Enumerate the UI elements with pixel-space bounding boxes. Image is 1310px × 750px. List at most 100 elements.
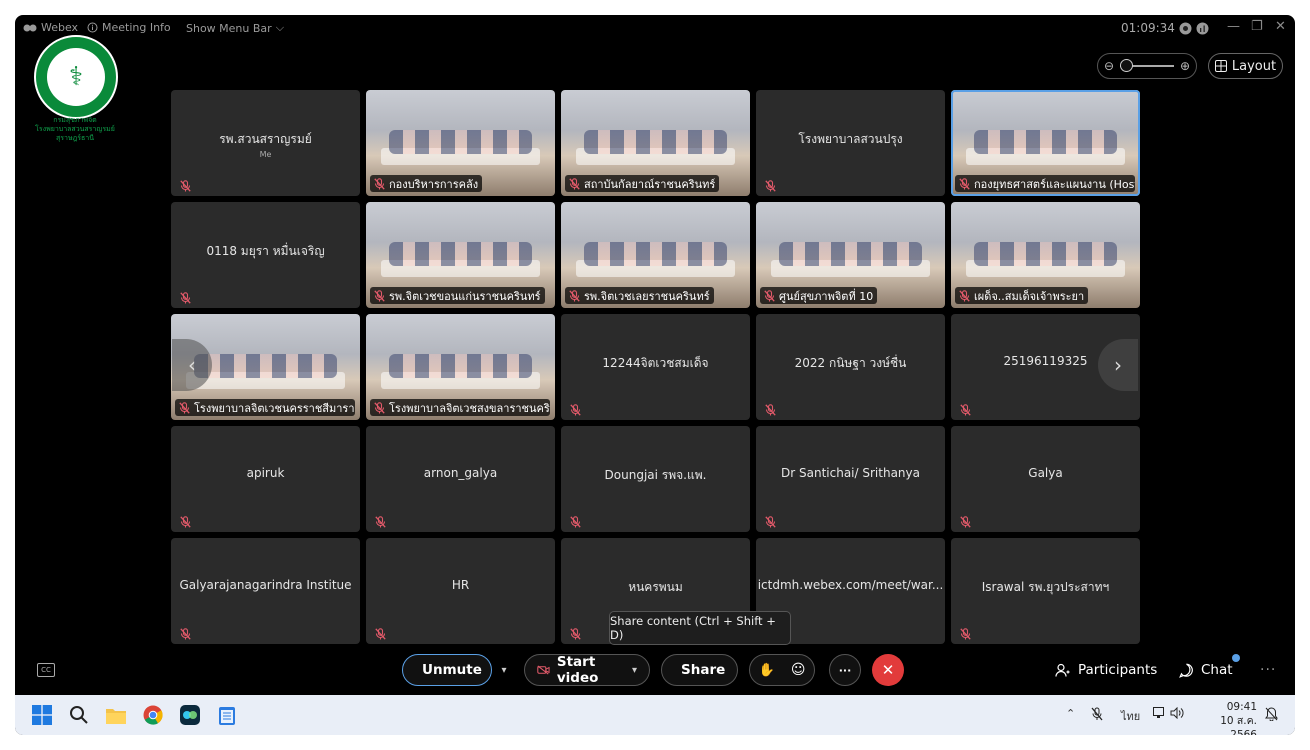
participant-name: เผด็จ..สมเด็จเจ้าพระยา xyxy=(974,289,1085,303)
show-menu-bar-button[interactable]: Show Menu Bar ⌵ xyxy=(186,21,284,35)
participant-tile[interactable]: กองยุทธศาสตร์และแผนงาน (Host) xyxy=(951,90,1140,196)
participant-tile[interactable]: Doungjai รพจ.แพ. xyxy=(561,426,750,532)
participant-tile[interactable]: รพ.สวนสราญรมย์ Me xyxy=(171,90,360,196)
participant-tile[interactable]: 0118 มยุรา หมื่นเจริญ xyxy=(171,202,360,308)
participant-tile[interactable]: เผด็จ..สมเด็จเจ้าพระยา xyxy=(951,202,1140,308)
more-options-button[interactable]: ··· xyxy=(829,654,861,686)
participant-name: 2022 กนิษฐา วงษ์ชื่น xyxy=(794,356,907,370)
participant-name: Dr Santichai/ Srithanya xyxy=(781,466,920,480)
unmute-button[interactable]: Unmute xyxy=(402,654,492,686)
language-indicator[interactable]: ไทย xyxy=(1121,707,1140,725)
participant-tile[interactable]: โรงพยาบาลจิตเวชสงขลาราชนคริน... xyxy=(366,314,555,420)
windows-taskbar: ⌃ ไทย 09:41 10 ส.ค. 2566 xyxy=(15,695,1295,735)
layout-button[interactable]: Layout xyxy=(1208,53,1283,79)
webex-meeting-window: Webex Meeting Info Show Menu Bar ⌵ 01:09… xyxy=(15,15,1295,735)
share-tooltip: Share content (Ctrl + Shift + D) xyxy=(609,611,791,645)
taskbar-clock[interactable]: 09:41 10 ส.ค. 2566 xyxy=(1197,700,1257,735)
minimize-icon[interactable]: — xyxy=(1227,19,1240,34)
participant-name: Galya xyxy=(1028,466,1063,480)
info-icon xyxy=(87,22,98,33)
participant-tile[interactable]: Israwal รพ.ยุวประสาทฯ xyxy=(951,538,1140,644)
mic-muted-indicator xyxy=(765,513,777,528)
mic-muted-indicator xyxy=(375,513,387,528)
mic-muted-indicator xyxy=(180,289,192,304)
mic-muted-icon xyxy=(374,401,385,414)
participant-tile[interactable]: กองบริหารการคลัง xyxy=(366,90,555,196)
reactions-icon[interactable]: ☺ xyxy=(791,662,806,678)
mic-muted-icon xyxy=(179,401,190,414)
mic-muted-indicator xyxy=(960,625,972,640)
participant-tile[interactable]: 2022 กนิษฐา วงษ์ชื่น xyxy=(756,314,945,420)
participant-tile[interactable]: Galya xyxy=(951,426,1140,532)
meeting-controls: CC Unmute ▾ Start video ▾ Share ✋ ☺ ··· … xyxy=(15,651,1295,691)
participant-name: หนครพนม xyxy=(628,580,683,594)
mic-muted-icon xyxy=(764,289,775,302)
mic-muted-icon xyxy=(569,177,580,190)
mic-muted-icon xyxy=(375,628,386,640)
participants-button[interactable]: Participants xyxy=(1043,654,1169,686)
more-dots-icon[interactable]: ··· xyxy=(1260,662,1276,678)
end-call-button[interactable]: ✕ xyxy=(872,654,904,686)
webex-logo-icon xyxy=(23,24,37,31)
restore-icon[interactable]: ❐ xyxy=(1251,19,1263,34)
closed-captions-icon[interactable]: CC xyxy=(37,663,55,677)
meeting-timer: 01:09:34 xyxy=(1121,21,1209,35)
participant-tile[interactable]: arnon_galya xyxy=(366,426,555,532)
audio-options-dropdown[interactable]: ▾ xyxy=(494,654,514,686)
participant-tile[interactable]: apiruk xyxy=(171,426,360,532)
mic-muted-icon xyxy=(765,516,776,528)
windows-start-icon[interactable] xyxy=(31,704,53,726)
start-video-button[interactable]: Start video ▾ xyxy=(524,654,650,686)
raise-hand-icon[interactable]: ✋ xyxy=(759,663,775,678)
mic-muted-tray-icon[interactable] xyxy=(1091,707,1103,724)
participant-tile[interactable]: โรงพยาบาลสวนปรุง xyxy=(756,90,945,196)
participant-name-label: ศูนย์สุขภาพจิตที่ 10 xyxy=(760,287,878,304)
participant-tile[interactable]: ศูนย์สุขภาพจิตที่ 10 xyxy=(756,202,945,308)
participant-name: ictdmh.webex.com/meet/war... xyxy=(757,578,944,592)
layout-grid-icon xyxy=(1214,60,1227,72)
close-icon: ✕ xyxy=(881,661,895,679)
participant-name: โรงพยาบาลจิตเวชสงขลาราชนคริน... xyxy=(389,401,550,415)
tray-chevron-up-icon[interactable]: ⌃ xyxy=(1066,707,1075,720)
chevron-down-icon[interactable]: ▾ xyxy=(632,665,637,676)
record-icon xyxy=(1179,22,1192,34)
mic-muted-icon xyxy=(570,404,581,416)
caduceus-icon: ⚕ xyxy=(47,48,105,106)
zoom-track[interactable] xyxy=(1120,59,1174,72)
participant-tile[interactable]: HR xyxy=(366,538,555,644)
mic-muted-icon xyxy=(570,628,581,640)
share-button[interactable]: Share xyxy=(661,654,738,686)
mic-muted-indicator xyxy=(765,177,777,192)
notification-bell-icon[interactable] xyxy=(1265,707,1278,724)
participant-tile[interactable]: 12244จิตเวชสมเด็จ xyxy=(561,314,750,420)
chrome-icon[interactable] xyxy=(142,704,164,726)
search-icon[interactable] xyxy=(68,704,90,726)
mic-muted-icon xyxy=(960,404,971,416)
participant-tile[interactable]: รพ.จิตเวชเลยราชนครินทร์ xyxy=(561,202,750,308)
zoom-in-icon[interactable]: ⊕ xyxy=(1180,59,1190,73)
notepad-icon[interactable] xyxy=(216,704,238,726)
mic-muted-icon xyxy=(959,177,970,190)
zoom-knob[interactable] xyxy=(1120,59,1134,72)
participant-name: 0118 มยุรา หมื่นเจริญ xyxy=(206,244,325,258)
mic-muted-icon xyxy=(960,628,971,640)
webex-taskbar-icon[interactable] xyxy=(179,704,201,726)
mic-muted-indicator xyxy=(570,401,582,416)
participant-tile[interactable]: รพ.จิตเวชขอนแก่นราชนครินทร์ xyxy=(366,202,555,308)
close-icon[interactable]: ✕ xyxy=(1275,19,1286,34)
participant-tile[interactable]: Galyarajanagarindra Institue xyxy=(171,538,360,644)
mic-muted-indicator xyxy=(570,513,582,528)
meeting-info-button[interactable]: Meeting Info xyxy=(87,21,171,34)
file-explorer-icon[interactable] xyxy=(105,704,127,726)
zoom-out-icon[interactable]: ⊖ xyxy=(1104,59,1114,73)
participant-tile[interactable]: สถาบันกัลยาณ์ราชนครินทร์ xyxy=(561,90,750,196)
participant-self-tag: Me xyxy=(259,150,272,159)
participant-tile[interactable]: Dr Santichai/ Srithanya xyxy=(756,426,945,532)
logo-caption: กรมสุขภาพจิต โรงพยาบาลสวนสราญรมย์ สุราษฎ… xyxy=(35,116,115,142)
network-icon[interactable] xyxy=(1153,707,1167,722)
participant-name: apiruk xyxy=(246,466,285,480)
participant-name-label: เผด็จ..สมเด็จเจ้าพระยา xyxy=(955,287,1089,304)
zoom-slider[interactable]: ⊖ ⊕ xyxy=(1097,53,1197,79)
mic-muted-indicator xyxy=(960,401,972,416)
volume-icon[interactable] xyxy=(1170,706,1184,722)
